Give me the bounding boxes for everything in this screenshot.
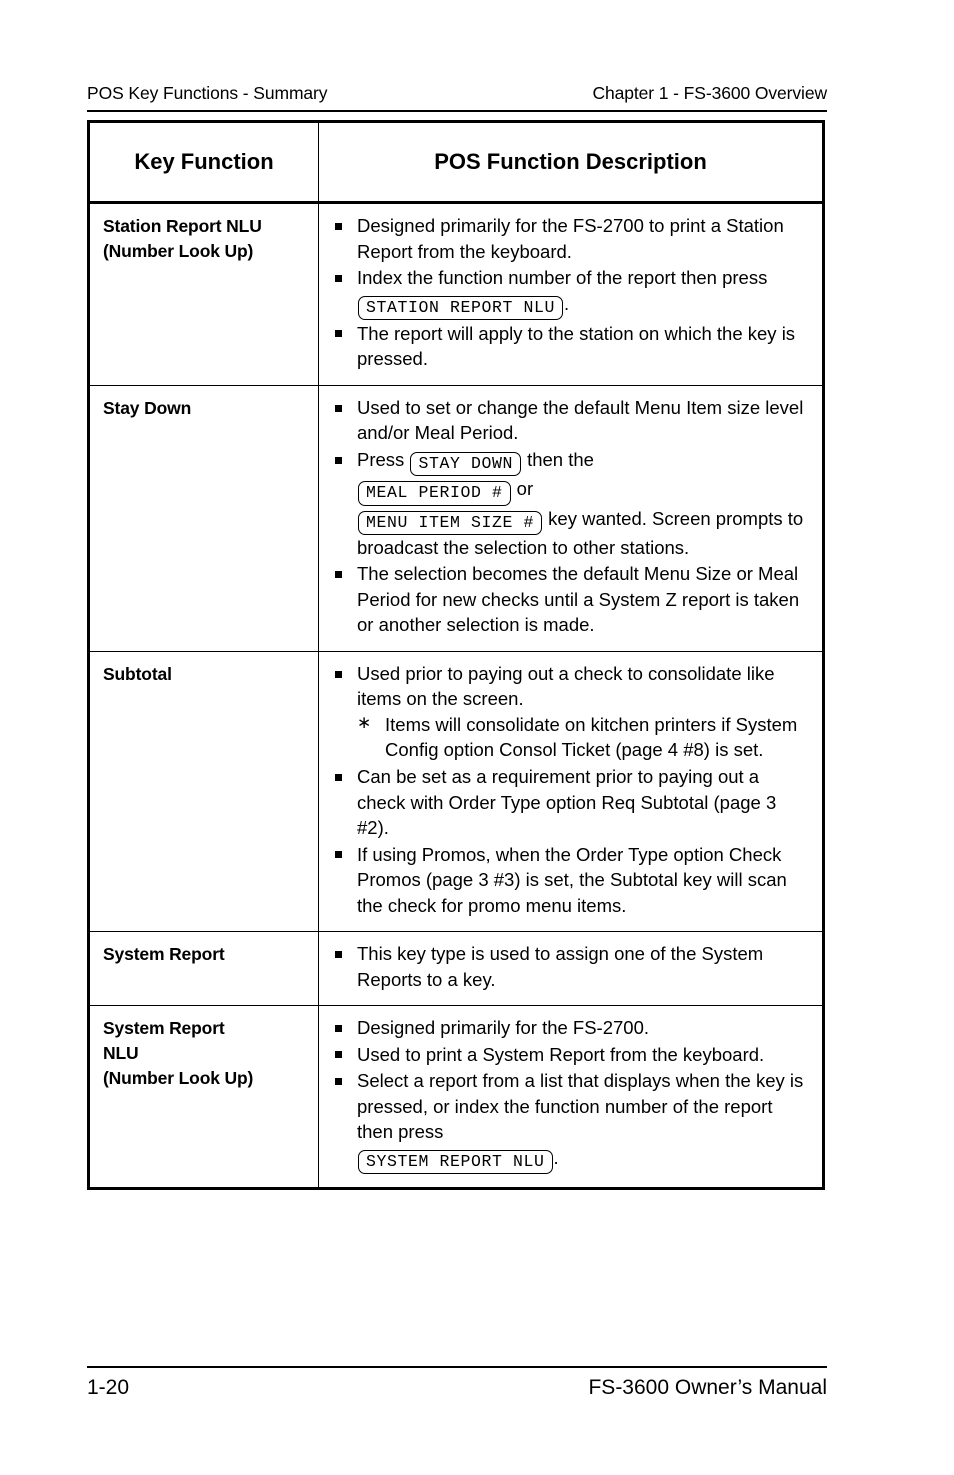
text-run: The selection becomes the default Menu S… [357, 563, 800, 636]
key-function-name-line: System Report [103, 944, 225, 965]
key-function-name: Station Report NLU (Number Look Up) [90, 202, 319, 386]
bullet-item: Index the function number of the report … [331, 265, 812, 320]
bullet-item: Used prior to paying out a check to cons… [331, 661, 812, 763]
key-function-name-line: Stay Down [103, 397, 192, 418]
manual-title: FS-3600 Owner’s Manual [588, 1376, 827, 1399]
table-row: Subtotal Used prior to paying out a check… [90, 650, 822, 933]
bullet-item: This key type is used to assign one of t… [331, 941, 812, 992]
column-header-pos-description: POS Function Description [318, 123, 822, 204]
bullet-list: Designed primarily for the FS-2700. Used … [331, 1015, 812, 1174]
key-function-name-line: Subtotal [103, 663, 172, 684]
square-bullet-icon [335, 1077, 342, 1085]
key-function-name-line: Station Report NLU [103, 216, 262, 236]
keycap-system-report-nlu[interactable]: SYSTEM REPORT NLU [358, 1149, 553, 1174]
text-run: Can be set as a requirement prior to pay… [357, 765, 777, 839]
document-page: POS Key Functions - Summary Chapter 1 - … [0, 0, 954, 1475]
square-bullet-icon [335, 222, 342, 230]
square-bullet-icon [335, 1024, 342, 1032]
running-head-left: POS Key Functions - Summary [87, 83, 328, 103]
key-function-name: Stay Down [90, 384, 319, 652]
keycap-station-report-nlu[interactable]: STATION REPORT NLU [358, 295, 564, 320]
bullet-item: Used to print a System Report from the k… [331, 1042, 812, 1068]
table: Key Function POS Function Description Stat… [90, 123, 822, 1187]
text-run: Designed primarily for the FS-2700. [357, 1017, 650, 1039]
table-row: Station Report NLU (Number Look Up) Design… [90, 202, 822, 386]
column-header-key-function: Key Function [90, 123, 319, 204]
pos-function-description: This key type is used to assign one of t… [318, 931, 822, 1007]
running-head-rule [87, 110, 827, 112]
key-function-name-line: (Number Look Up) [103, 240, 254, 261]
bullet-item: Select a report from a list that display… [331, 1068, 812, 1174]
text-run: SYSTEM REPORT NLU. [357, 1145, 812, 1174]
pos-key-functions-table: Key Function POS Function Description Stat… [87, 120, 825, 1190]
key-function-name-line: System Report [103, 1018, 225, 1039]
column-header-label: Key Function [134, 149, 274, 174]
sub-bullet-list: ∗ Items will consolidate on kitchen print… [357, 712, 812, 763]
bullet-list: Used prior to paying out a check to cons… [331, 661, 812, 918]
bullet-item: Press STAY DOWN then the MEAL PERIOD # or… [331, 447, 812, 560]
bullet-item: Used to set or change the default Menu I… [331, 395, 812, 446]
keycap-stay-down[interactable]: STAY DOWN [410, 451, 521, 477]
sub-bullet-item: ∗ Items will consolidate on kitchen print… [357, 712, 812, 763]
page-number: 1-20 [87, 1376, 130, 1399]
pos-function-description: Used to set or change the default Menu I… [318, 384, 822, 652]
bullet-item: Designed primarily for the FS-2700. [331, 1015, 812, 1041]
text-run: The report will apply to the station on … [357, 322, 796, 370]
bullet-item: The report will apply to the station on … [331, 321, 812, 372]
bullet-item: If using Promos, when the Order Type opt… [331, 842, 812, 919]
bullet-item: Designed primarily for the FS-2700 to pr… [331, 213, 812, 264]
bullet-item: The selection becomes the default Menu S… [331, 561, 812, 638]
square-bullet-icon [335, 404, 342, 412]
square-bullet-icon [335, 670, 342, 678]
text-run: If using Promos, when the Order Type opt… [357, 843, 787, 916]
square-bullet-icon [335, 456, 342, 464]
text-run: Index the function number of the report … [357, 265, 812, 320]
text-run: Designed primarily for the FS-2700 to pr… [357, 215, 784, 262]
page-footer: 1-20 FS-3600 Owner’s Manual [87, 1376, 827, 1400]
square-bullet-icon [335, 773, 342, 781]
key-function-name-line: NLU [103, 1042, 139, 1063]
text-run: MEAL PERIOD # or [357, 476, 812, 506]
key-function-name: Subtotal [90, 650, 319, 933]
pos-function-description: Used prior to paying out a check to cons… [318, 650, 822, 933]
bullet-list: Designed primarily for the FS-2700 to pr… [331, 213, 812, 372]
square-bullet-icon [335, 851, 342, 859]
text-run: Items will consolidate on kitchen printe… [385, 713, 798, 761]
text-run: Used to set or change the default Menu I… [357, 396, 804, 444]
keycap-menu-item-size[interactable]: MENU ITEM SIZE # [358, 510, 543, 535]
text-run: Used prior to paying out a check to cons… [357, 662, 775, 710]
asterisk-bullet-icon: ∗ [357, 712, 372, 732]
pos-function-description: Designed primarily for the FS-2700. Used … [318, 1005, 822, 1187]
pos-function-description: Designed primarily for the FS-2700 to pr… [318, 202, 822, 386]
bullet-list: This key type is used to assign one of t… [331, 941, 812, 992]
table-row: Stay Down Used to set or change the defau… [90, 384, 822, 652]
square-bullet-icon [335, 950, 342, 958]
bullet-item: Can be set as a requirement prior to pay… [331, 764, 812, 841]
footer-rule [87, 1366, 827, 1368]
table-header-row: Key Function POS Function Description [90, 123, 822, 204]
keycap-meal-period[interactable]: MEAL PERIOD # [358, 481, 511, 506]
square-bullet-icon [335, 570, 342, 578]
bullet-list: Used to set or change the default Menu I… [331, 395, 812, 638]
running-head-right: Chapter 1 - FS-3600 Overview [592, 83, 827, 103]
text-run: MENU ITEM SIZE # key wanted. Screen prom… [357, 507, 804, 558]
text-run: This key type is used to assign one of t… [357, 943, 764, 990]
square-bullet-icon [335, 1051, 342, 1059]
key-function-name: System Report NLU (Number Look Up) [90, 1005, 319, 1187]
text-run: Press STAY DOWN then the [357, 447, 812, 477]
text-run: Select a report from a list that display… [357, 1070, 804, 1143]
table-row: System Report This key type is used to as… [90, 931, 822, 1007]
text-run: Used to print a System Report from the k… [357, 1043, 765, 1065]
square-bullet-icon [335, 330, 342, 338]
square-bullet-icon [335, 274, 342, 282]
key-function-name: System Report [90, 931, 319, 1007]
table-row: System Report NLU (Number Look Up) Designed… [90, 1005, 822, 1187]
column-header-label: POS Function Description [434, 149, 707, 174]
running-head: POS Key Functions - Summary Chapter 1 - … [87, 83, 827, 104]
key-function-name-line: (Number Look Up) [103, 1067, 254, 1088]
